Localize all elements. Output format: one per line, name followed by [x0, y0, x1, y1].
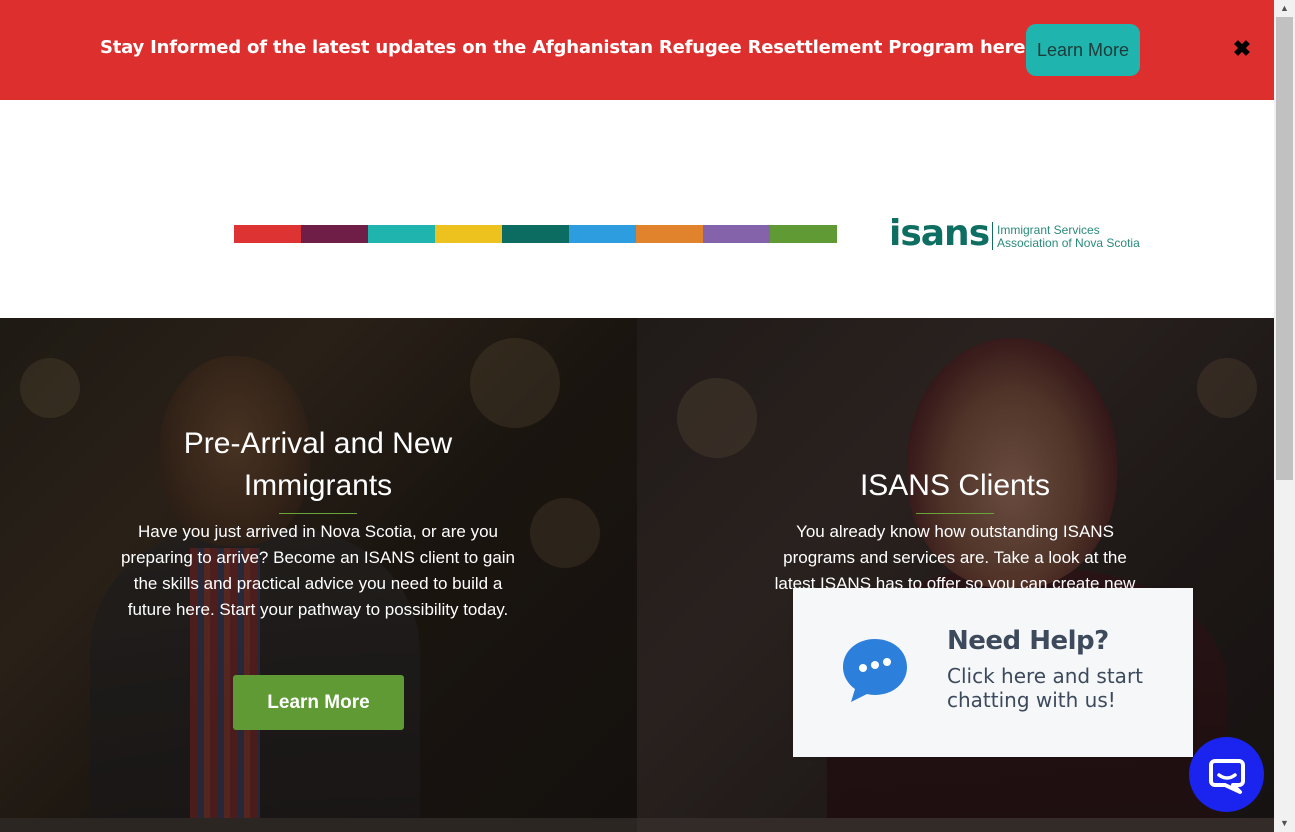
- scroll-thumb[interactable]: [1276, 17, 1293, 480]
- color-stripe-segment: [502, 225, 569, 243]
- color-stripe-segment: [569, 225, 636, 243]
- site-header: isans Immigrant Services Association of …: [0, 100, 1274, 318]
- next-section-right: [637, 818, 1274, 832]
- logo-line-2: Association of Nova Scotia: [997, 236, 1140, 250]
- scroll-up-arrow-icon[interactable]: ▲: [1274, 0, 1295, 17]
- color-stripe-segment: [368, 225, 435, 243]
- panel-description: Have you just arrived in Nova Scotia, or…: [120, 522, 516, 619]
- panel-description: You already know how outstanding ISANS p…: [774, 522, 1136, 593]
- scroll-down-arrow-icon[interactable]: ▼: [1274, 815, 1295, 832]
- color-stripe-segment: [636, 225, 703, 243]
- alert-bar: Stay Informed of the latest updates on t…: [0, 0, 1274, 100]
- title-divider: [916, 513, 994, 514]
- learn-more-button[interactable]: Learn More: [233, 675, 404, 730]
- logo-line-1: Immigrant Services: [997, 223, 1100, 237]
- color-stripe-segment: [703, 225, 770, 243]
- logo-mark: isans: [889, 213, 990, 254]
- help-title: Need Help?: [947, 626, 1109, 656]
- color-stripe-segment: [234, 225, 301, 243]
- color-stripe-segment: [770, 225, 837, 243]
- chat-icon: [1209, 759, 1245, 794]
- panel-title: Pre-Arrival and New Immigrants: [183, 427, 453, 502]
- alert-learn-more-button[interactable]: Learn More: [1026, 24, 1140, 76]
- chat-bubble-icon: [843, 639, 907, 702]
- alert-message[interactable]: Stay Informed of the latest updates on t…: [100, 37, 1026, 58]
- page-scrollbar[interactable]: ▲ ▼: [1274, 0, 1295, 832]
- close-icon[interactable]: ✖: [1232, 38, 1252, 60]
- next-section-left: [0, 818, 637, 832]
- color-stripe-segment: [301, 225, 368, 243]
- help-subtitle: Click here and start chatting with us!: [947, 664, 1144, 712]
- color-stripe: [234, 225, 837, 243]
- title-divider: [279, 513, 357, 514]
- need-help-popup[interactable]: Need Help? Click here and start chatting…: [793, 588, 1193, 757]
- panel-title: ISANS Clients: [859, 469, 1051, 502]
- page: Stay Informed of the latest updates on t…: [0, 0, 1274, 832]
- hero-panel-new-immigrants: Pre-Arrival and New Immigrants Have you …: [0, 318, 637, 818]
- chat-launcher-button[interactable]: [1189, 737, 1264, 812]
- next-section-edge: [0, 818, 1274, 832]
- color-stripe-segment: [435, 225, 502, 243]
- logo-divider: [992, 222, 993, 250]
